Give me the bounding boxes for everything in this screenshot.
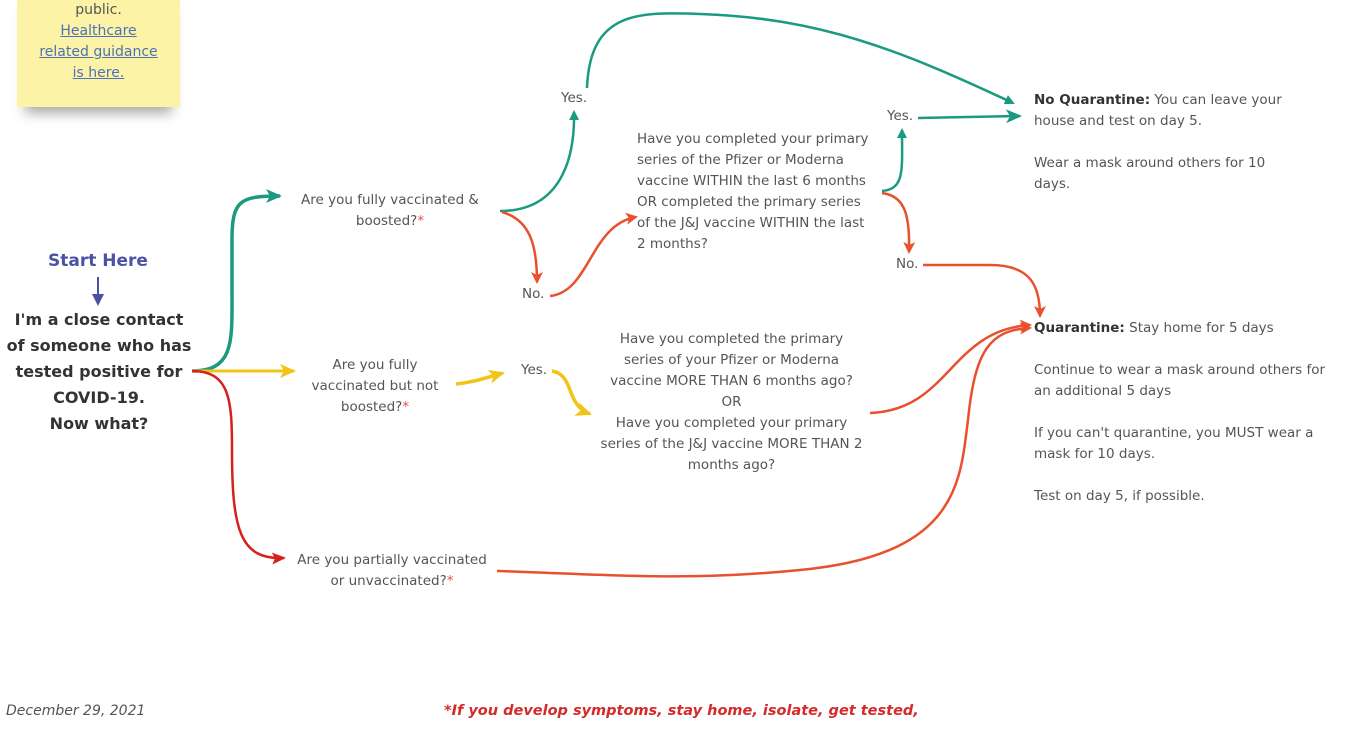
question-text: 2 months? [637,236,708,252]
question-text: Have you completed the primary [619,331,844,347]
question-text: OR [721,394,742,410]
asterisk-mark: * [417,213,425,229]
start-here-label: Start Here [48,251,148,271]
question-text: vaccinated but not [311,378,439,394]
result-text: Wear a mask around others for 10 days. [1034,155,1266,192]
question-text: boosted? [355,213,418,229]
note-text: public. [75,2,122,18]
answer-yes: Yes. [887,108,914,124]
question-text: months ago? [687,457,776,473]
answer-yes: Yes. [521,362,548,378]
date-label: December 29, 2021 [6,703,146,719]
question-text: boosted? [340,399,403,415]
result-title: No Quarantine: [1034,92,1151,108]
arrow-boosted-to-yes [499,110,580,213]
question-text: of the J&J vaccine WITHIN the last [637,215,865,231]
result-title: Quarantine: [1034,320,1125,336]
question-fully-vaccinated-boosted: Are you fully vaccinated & boosted?* [292,190,488,232]
question-text: OR completed the primary series [637,194,861,210]
question-text: series of the J&J vaccine MORE THAN 2 [600,436,863,452]
start-line: I'm a close contact [14,310,184,329]
question-text: series of the Pfizer or Moderna [637,152,844,168]
question-vaccinated-not-boosted: Are you fully vaccinated but not boosted… [300,355,450,418]
symptoms-footnote: *If you develop symptoms, stay home, iso… [444,703,919,719]
arrow-start-to-boosted [191,189,282,373]
start-statement: I'm a close contact of someone who has t… [0,307,198,437]
arrow-yes-to-no-quarantine [585,12,1015,105]
arrow-no2-to-quarantine [923,263,1046,318]
asterisk-mark: * [402,399,410,415]
healthcare-guidance-link[interactable]: is here. [73,65,125,81]
question-text: series of your Pfizer or Moderna [623,352,840,368]
question-partially-unvaccinated: Are you partially vaccinated or unvaccin… [288,550,496,592]
start-line: COVID-19. [53,388,145,407]
arrow-boosted-to-no [501,210,543,284]
question-text: Are you fully [332,357,418,373]
result-text: Continue to wear a mask around others fo… [1034,362,1326,399]
healthcare-guidance-link[interactable]: Healthcare [60,23,136,39]
start-line: Now what? [49,414,149,433]
result-text: If you can't quarantine, you MUST wear a… [1034,425,1314,462]
result-text: Stay home for 5 days [1124,320,1274,336]
healthcare-guidance-link[interactable]: related guidance [39,44,157,60]
down-arrow-icon [92,277,104,306]
answer-no: No. [896,256,919,272]
sticky-note: public. Healthcare related guidance is h… [17,0,180,107]
arrow-start-to-unvaccinated [191,369,286,565]
asterisk-mark: * [446,573,454,589]
question-text: vaccine MORE THAN 6 months ago? [610,373,853,389]
question-text: Have you completed your primary [637,131,869,147]
question-text: or unvaccinated? [330,573,447,589]
question-text: vaccine WITHIN the last 6 months [637,173,866,189]
answer-yes: Yes. [561,90,588,106]
question-within-timeframe: Have you completed your primary series o… [637,129,887,255]
result-no-quarantine: No Quarantine: You can leave your house … [1034,90,1302,216]
result-quarantine: Quarantine: Stay home for 5 days Continu… [1034,318,1329,528]
arrow-more-than-to-quarantine [869,319,1032,415]
answer-no: No. [522,286,545,302]
start-line: tested positive for [15,362,183,381]
arrow-no-to-within [549,212,638,298]
question-text: Have you completed your primary [615,415,848,431]
start-line: of someone who has [6,336,192,355]
arrow-yes3-to-more-than [551,369,592,416]
arrow-yes2-to-no-quarantine [917,109,1022,124]
question-more-than-timeframe: Have you completed the primary series of… [590,329,873,476]
result-text: Test on day 5, if possible. [1034,488,1205,504]
question-text: Are you partially vaccinated [297,552,487,568]
question-text: Are you fully vaccinated & [301,192,479,208]
arrow-not-boosted-to-yes [455,370,505,386]
